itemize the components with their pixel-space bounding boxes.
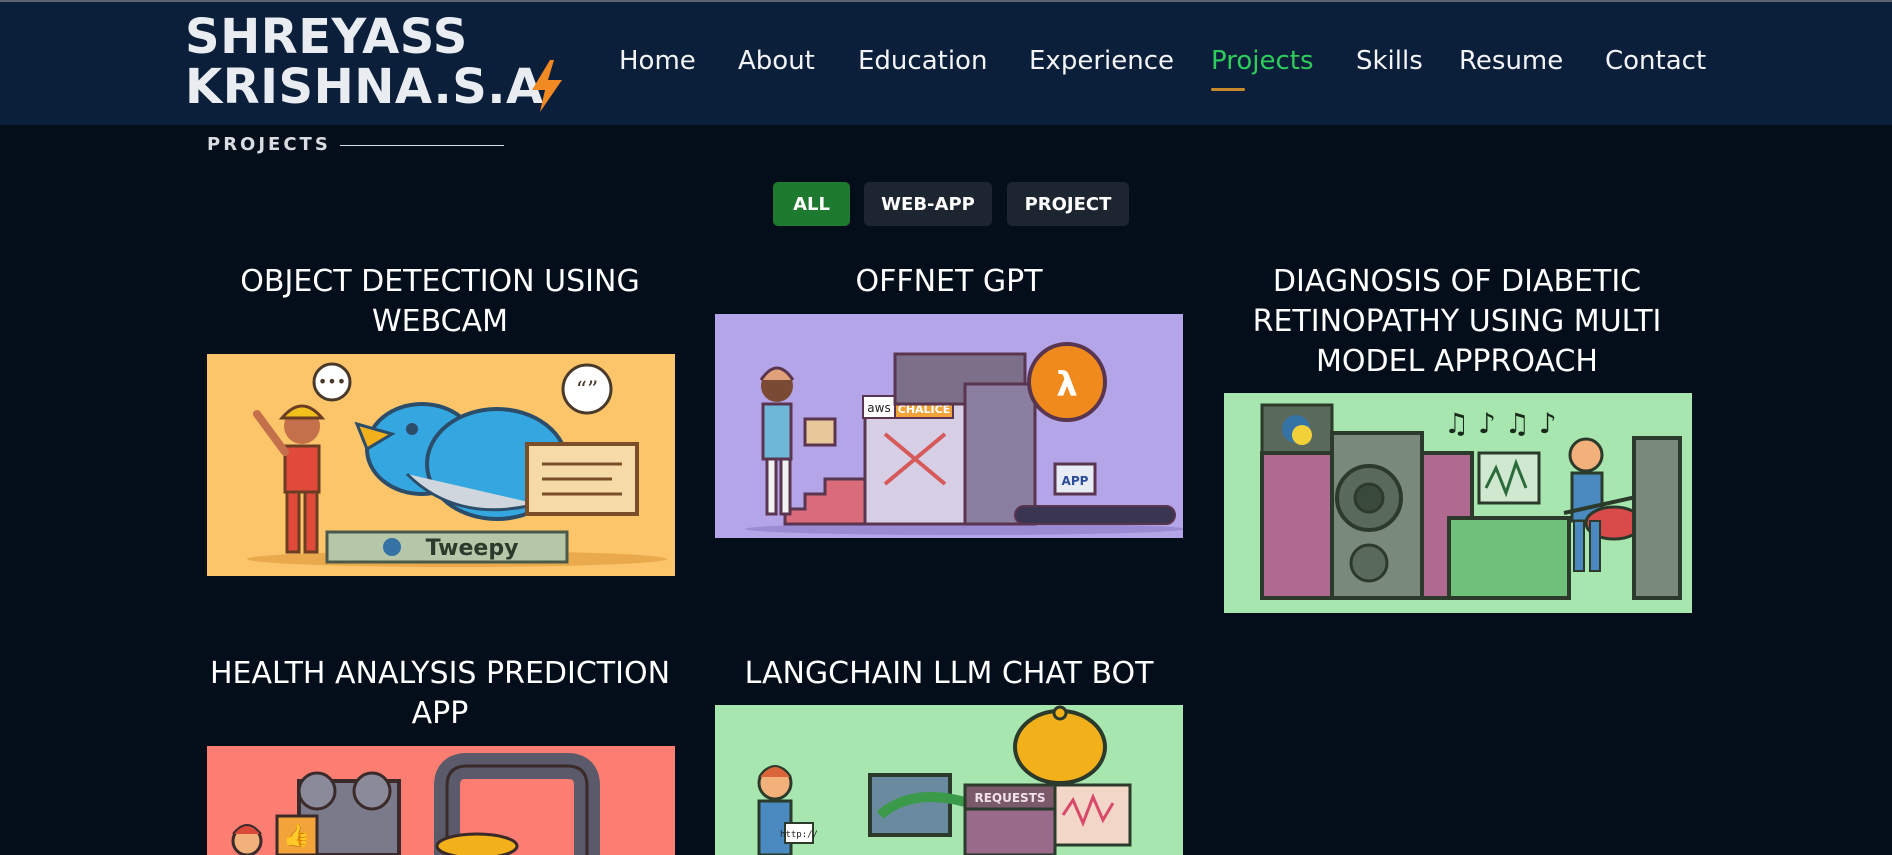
svg-text:aws: aws [867,401,890,415]
project-image-health-analysis[interactable]: 👍 [207,746,675,855]
project-image-langchain-chatbot[interactable]: http:// REQUESTS [715,705,1183,855]
nav-experience[interactable]: Experience [1029,46,1174,76]
svg-text:λ: λ [1056,365,1078,405]
svg-text:“”: “” [576,378,599,403]
filter-web-app-button[interactable]: WEB-APP [864,182,992,226]
nav-home[interactable]: Home [619,46,696,76]
section-label: PROJECTS [207,134,331,155]
svg-text:•••: ••• [318,372,346,391]
project-title-health-analysis[interactable]: HEALTH ANALYSIS PREDICTION APP [206,654,674,734]
active-nav-underline [1211,88,1245,91]
project-title-offnet-gpt[interactable]: OFFNET GPT [715,262,1183,302]
project-title-diabetic-retinopathy[interactable]: DIAGNOSIS OF DIABETIC RETINOPATHY USING … [1223,262,1691,382]
project-title-langchain-chatbot[interactable]: LANGCHAIN LLM CHAT BOT [715,654,1183,694]
nav-resume[interactable]: Resume [1459,46,1563,76]
nav-skills[interactable]: Skills [1356,46,1423,76]
site-header: SHREYASS KRISHNA.S.A Home About Educatio… [0,2,1892,125]
svg-text:http://: http:// [780,830,818,840]
svg-text:👍: 👍 [283,823,310,849]
filter-all-button[interactable]: ALL [773,182,850,226]
nav-contact[interactable]: Contact [1605,46,1706,76]
project-image-offnet-gpt[interactable]: aws CHALICE λ APP [715,314,1183,538]
nav-education[interactable]: Education [858,46,987,76]
main-nav: Home About Education Experience Projects… [0,46,1892,86]
filter-project-button[interactable]: PROJECT [1007,182,1129,226]
svg-text:APP: APP [1062,474,1089,488]
nav-projects[interactable]: Projects [1211,46,1314,76]
section-divider [340,145,504,146]
svg-text:♫ ♪ ♫ ♪: ♫ ♪ ♫ ♪ [1444,407,1557,440]
project-title-object-detection[interactable]: OBJECT DETECTION USING WEBCAM [206,262,674,342]
project-image-diabetic-retinopathy[interactable]: ♫ ♪ ♫ ♪ [1224,393,1692,613]
svg-text:REQUESTS: REQUESTS [974,791,1045,805]
svg-text:Tweepy: Tweepy [426,536,519,561]
project-image-object-detection[interactable]: ••• “” Tweepy [207,354,675,576]
nav-about[interactable]: About [738,46,815,76]
